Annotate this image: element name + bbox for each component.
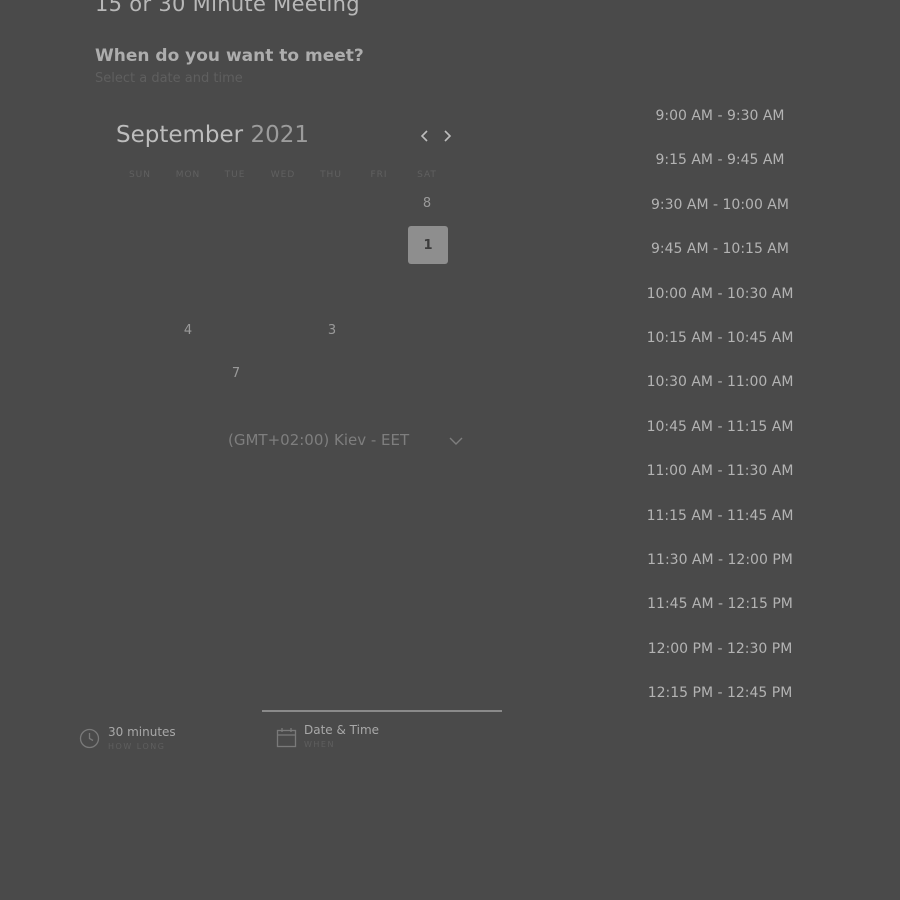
step-when-caption: WHEN [304, 740, 335, 749]
calendar-month-year: September 2021 [116, 122, 309, 148]
time-slot[interactable]: 11:15 AM - 11:45 AM [620, 508, 820, 524]
time-slot[interactable]: 10:15 AM - 10:45 AM [620, 330, 820, 346]
time-slot[interactable]: 10:00 AM - 10:30 AM [620, 286, 820, 302]
step-duration-label: 30 minutes [108, 725, 176, 739]
calendar-year: 2021 [250, 122, 309, 148]
time-slot[interactable]: 9:15 AM - 9:45 AM [620, 152, 820, 168]
calendar-day[interactable]: 3 [312, 311, 352, 349]
weekday-wed: WED [270, 170, 296, 180]
time-slot[interactable]: 12:00 PM - 12:30 PM [620, 641, 820, 657]
weekday-tue: TUE [224, 170, 246, 180]
time-slot[interactable]: 10:30 AM - 11:00 AM [620, 374, 820, 390]
calendar-day[interactable]: 4 [168, 311, 208, 349]
time-slot[interactable]: 11:30 AM - 12:00 PM [620, 552, 820, 568]
time-slot[interactable]: 11:45 AM - 12:15 PM [620, 596, 820, 612]
time-slot[interactable]: 12:15 PM - 12:45 PM [620, 685, 820, 701]
time-slot[interactable]: 10:45 AM - 11:15 AM [620, 419, 820, 435]
time-slot[interactable]: 9:30 AM - 10:00 AM [620, 197, 820, 213]
chevron-right-icon [444, 130, 452, 142]
weekday-sun: SUN [128, 170, 152, 180]
step-progress-indicator [262, 710, 502, 712]
booking-page: 15 or 30 Minute Meeting When do you want… [0, 0, 900, 900]
step-when-label: Date & Time [304, 723, 380, 737]
meeting-title: 15 or 30 Minute Meeting [95, 0, 360, 16]
weekday-sat: SAT [417, 170, 437, 180]
weekday-fri: FRI [370, 170, 388, 180]
time-slot[interactable]: 9:00 AM - 9:30 AM [620, 108, 820, 124]
weekday-thu: THU [320, 170, 342, 180]
calendar-day[interactable]: 8 [407, 184, 447, 222]
calendar-day-selected[interactable]: 1 [408, 226, 448, 264]
previous-month-button[interactable] [417, 128, 433, 144]
calendar-month: September [116, 122, 244, 148]
time-slot[interactable]: 9:45 AM - 10:15 AM [620, 241, 820, 257]
section-subtitle: Select a date and time [95, 71, 243, 86]
calendar-day[interactable]: 7 [216, 354, 256, 392]
calendar-icon [276, 728, 297, 748]
chevron-down-icon[interactable] [449, 436, 463, 446]
section-heading: When do you want to meet? [95, 46, 364, 66]
weekday-mon: MON [175, 170, 201, 180]
time-slot[interactable]: 11:00 AM - 11:30 AM [620, 463, 820, 479]
step-duration-caption: HOW LONG [108, 742, 166, 751]
chevron-left-icon [420, 130, 428, 142]
next-month-button[interactable] [439, 128, 455, 144]
clock-icon [79, 728, 100, 749]
timezone-select[interactable]: (GMT+02:00) Kiev - EET [228, 431, 409, 449]
